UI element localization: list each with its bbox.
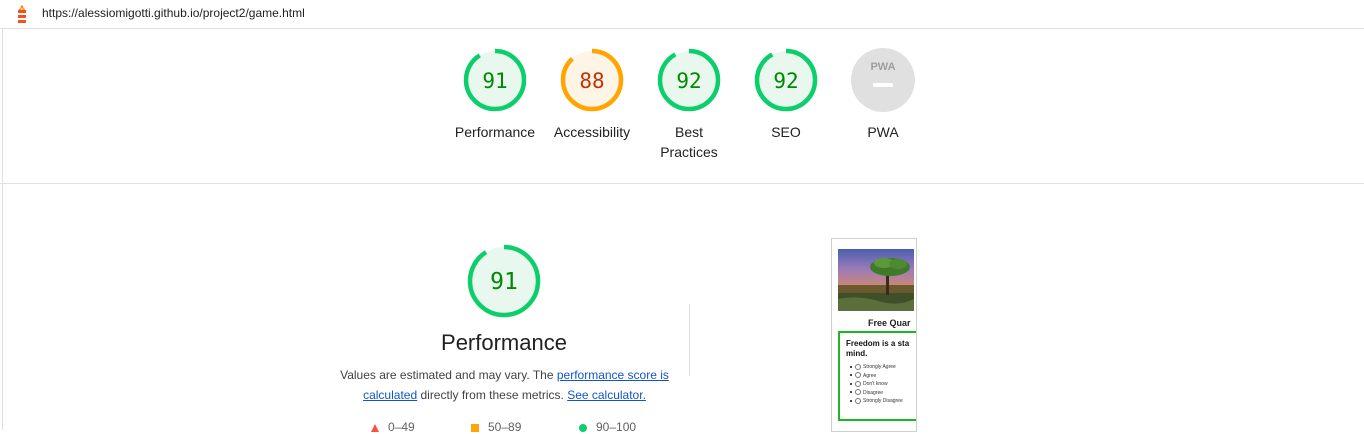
gauge-label-seo: SEO (771, 124, 801, 140)
top-bar: https://alessiomigotti.github.io/project… (0, 0, 1364, 29)
performance-description: Values are estimated and may vary. The p… (336, 365, 673, 405)
screenshot-options: Strongly Agree Agree Don't know Disagree… (850, 363, 903, 406)
gauge-pwa[interactable]: PWA PWA (833, 48, 933, 142)
report-url[interactable]: https://alessiomigotti.github.io/project… (42, 6, 305, 20)
lighthouse-logo-icon (18, 5, 26, 23)
svg-text:PWA: PWA (870, 61, 895, 73)
gauge-label-performance: Performance (454, 124, 536, 140)
option-item: Agree (850, 372, 903, 381)
description-text-1: Values are estimated and may vary. The (340, 368, 557, 382)
svg-text:91: 91 (482, 69, 507, 93)
legend-item-fail: 0–49 (370, 420, 415, 434)
square-icon (471, 423, 479, 432)
accessibility-gauge-icon: 88 (560, 48, 624, 112)
option-item: Disagree (850, 389, 903, 398)
section-divider (689, 304, 690, 376)
pwa-badge-icon: PWA (851, 48, 915, 112)
option-item: Strongly Disagree (850, 397, 903, 406)
performance-heading: Performance (441, 330, 567, 355)
svg-text:92: 92 (676, 69, 701, 93)
performance-gauge-icon: 91 (463, 48, 527, 112)
svg-text:91: 91 (490, 269, 518, 295)
screenshot-hero (838, 249, 916, 311)
triangle-icon (371, 423, 379, 432)
performance-large-gauge-icon: 91 (467, 244, 541, 318)
svg-text:88: 88 (579, 69, 604, 93)
gauge-accessibility[interactable]: 88 Accessibility (542, 48, 642, 142)
gauge-seo[interactable]: 92 SEO (736, 48, 836, 142)
gauge-label-accessibility: Accessibility (553, 124, 631, 140)
description-text-2: directly from these metrics. (417, 388, 568, 402)
gauge-performance[interactable]: 91 Performance (445, 48, 545, 142)
page-screenshot-thumbnail[interactable]: Free Quar Freedom is a sta mind. Strongl… (831, 238, 917, 432)
tree-painting-image (838, 249, 914, 311)
legend-item-pass: 90–100 (578, 420, 636, 434)
see-calculator-link[interactable]: See calculator. (567, 388, 646, 402)
screenshot-question-card: Freedom is a sta mind. Strongly Agree Ag… (838, 331, 916, 421)
score-gauges: 91 Performance 88 Accessibility 92 Best … (0, 29, 1364, 184)
screenshot-page-heading: Free Quar (868, 318, 911, 328)
seo-gauge-icon: 92 (754, 48, 818, 112)
screenshot-question: Freedom is a sta mind. (846, 339, 910, 358)
gauge-best-practices[interactable]: 92 Best Practices (639, 48, 739, 162)
circle-icon (579, 423, 587, 432)
best-practices-gauge-icon: 92 (657, 48, 721, 112)
option-item: Strongly Agree (850, 363, 903, 372)
legend-item-average: 50–89 (470, 420, 521, 434)
svg-text:92: 92 (773, 69, 798, 93)
option-item: Don't know (850, 380, 903, 389)
gauge-label-pwa: PWA (867, 124, 899, 140)
gauge-label-best-practices: Best Practices (660, 124, 718, 160)
